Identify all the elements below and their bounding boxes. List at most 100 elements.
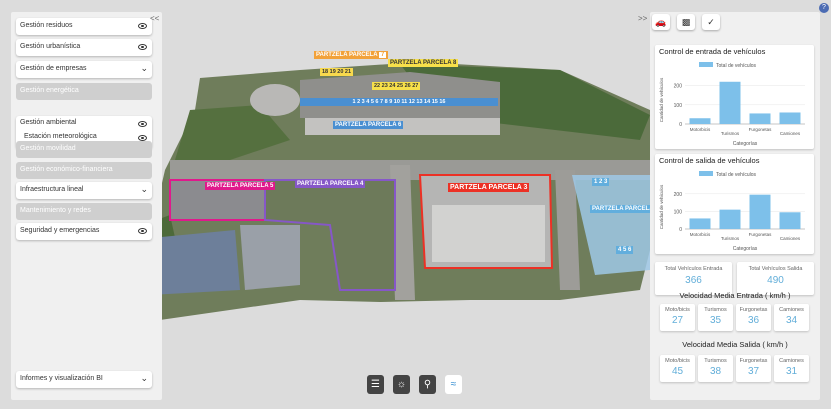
chevron-down-icon[interactable]: ⌄ (140, 63, 148, 74)
menu-label: Gestión ambiental (20, 119, 77, 126)
menu-gestion-empresas[interactable]: Gestión de empresas ⌄ (16, 61, 152, 78)
x-tick-label: Turismos (721, 131, 740, 136)
legend-swatch (699, 171, 713, 176)
bar (689, 118, 711, 124)
menu-infraestructura-lineal[interactable]: Infraestructura lineal ⌄ (16, 182, 152, 199)
y-axis-label: Cantidad de vehículos (659, 77, 664, 122)
collapse-right-button[interactable]: >> (638, 14, 647, 23)
menu-informes-bi[interactable]: Informes y visualización BI ⌄ (16, 371, 152, 388)
bar (719, 209, 741, 229)
bar (779, 112, 801, 124)
parcel-4-label[interactable]: PARTZELA PARCELA 4 (295, 180, 366, 188)
menu-seguridad-emergencias[interactable]: Seguridad y emergencias (16, 223, 152, 240)
speed-out-turismos: Turismos 38 (698, 355, 733, 382)
speed-in-turismos: Turismos 35 (698, 304, 733, 331)
bar (749, 113, 771, 124)
y-tick-label: 0 (679, 122, 682, 128)
pin-off-icon[interactable]: ✓ (702, 14, 720, 30)
speed-label: Camiones (779, 307, 804, 313)
chevron-down-icon[interactable]: ⌄ (140, 184, 148, 195)
speed-out-furgonetas: Furgonetas 37 (736, 355, 771, 382)
total-entry-value: 366 (685, 275, 702, 286)
speed-label: Moto/bicis (665, 358, 690, 364)
menu-label: Gestión residuos (20, 22, 73, 29)
speed-label: Furgonetas (739, 358, 768, 364)
speed-out-camiones: Camiones 31 (774, 355, 809, 382)
right-block-parcel-label[interactable]: PARTZELA PARCELA (590, 205, 656, 213)
menu-label: Gestión económico-financiera (20, 166, 113, 173)
help-icon[interactable]: ? (819, 3, 829, 13)
menu-gestion-energetica: Gestión energética (16, 83, 152, 100)
right-stats-panel: 🚗 ▩ ✓ Control de entrada de vehículos To… (650, 12, 820, 400)
exit-chart-title: Control de salida de vehículos (659, 156, 760, 165)
x-tick-label: Motorbicis (690, 127, 711, 132)
legend-label: Total de vehículos (716, 172, 757, 178)
layers-icon[interactable]: ☰ (367, 375, 384, 394)
y-tick-label: 100 (674, 103, 683, 109)
x-tick-label: Furgonetas (749, 127, 773, 132)
speed-in-furgonetas: Furgonetas 36 (736, 304, 771, 331)
menu-gestion-movilidad: Gestión movilidad (16, 141, 152, 158)
total-exit-label: Total Vehículos Salida (748, 266, 803, 272)
speed-label: Moto/bicis (665, 307, 690, 313)
lightbulb-icon[interactable]: ☼ (393, 375, 410, 394)
menu-label: Seguridad y emergencias (20, 227, 100, 234)
x-tick-label: Camiones (780, 131, 801, 136)
speed-value: 31 (785, 366, 798, 377)
y-tick-label: 0 (679, 227, 682, 233)
row-numbers-yellow: 22 23 24 25 26 27 (372, 82, 421, 90)
x-tick-label: Furgonetas (749, 232, 773, 237)
row-numbers-top: 18 19 20 21 (320, 68, 354, 76)
speed-value: 36 (747, 315, 760, 326)
location-pin-icon[interactable]: ⚲ (419, 375, 436, 394)
right-block-top-numbers: 1 2 3 (592, 178, 610, 186)
parcel-7-label[interactable]: PARTZELA PARCELA 7 (314, 51, 389, 59)
x-axis-label: Categorías (733, 246, 758, 252)
menu-gestion-ambiental[interactable]: Gestión ambiental (16, 116, 152, 130)
menu-label: Informes y visualización BI (20, 375, 103, 382)
parcel-3-label[interactable]: PARTZELA PARCELA 3 (448, 183, 530, 192)
y-tick-label: 100 (674, 209, 683, 215)
speed-label: Camiones (779, 358, 804, 364)
x-tick-label: Motorbicis (690, 232, 711, 237)
eye-icon[interactable] (138, 228, 147, 234)
right-block-bottom-numbers: 4 5 6 (616, 246, 634, 254)
eye-icon[interactable] (138, 44, 147, 50)
y-tick-label: 200 (674, 84, 683, 90)
menu-gestion-economico-financiera: Gestión económico-financiera (16, 162, 152, 179)
eye-icon[interactable] (138, 121, 147, 127)
menu-label: Gestión movilidad (20, 145, 76, 152)
wifi-icon[interactable]: ≈ (445, 375, 462, 394)
bar (689, 218, 711, 229)
chevron-down-icon[interactable]: ⌄ (140, 373, 148, 384)
speed-in-moto: Moto/bicis 27 (660, 304, 695, 331)
speed-label: Furgonetas (739, 307, 768, 313)
speed-label: Turismos (704, 307, 727, 313)
bar (749, 194, 771, 229)
speed-label: Turismos (704, 358, 727, 364)
menu-gestion-residuos[interactable]: Gestión residuos (16, 18, 152, 35)
car-icon[interactable]: 🚗 (652, 14, 670, 30)
speed-value: 37 (747, 366, 760, 377)
parcel-8-label[interactable]: PARTZELA PARCELA 8 (388, 59, 459, 67)
bar (719, 81, 741, 124)
menu-gestion-urbanistica[interactable]: Gestión urbanística (16, 39, 152, 56)
y-tick-label: 200 (674, 192, 683, 198)
bar (779, 212, 801, 229)
speed-value: 38 (709, 366, 722, 377)
menu-label: Infraestructura lineal (20, 186, 84, 193)
collapse-left-button[interactable]: << (150, 14, 159, 23)
speed-in-title: Velocidad Media Entrada ( km/h ) (679, 291, 791, 300)
entry-chart-card: Control de entrada de vehículos Total de… (655, 45, 814, 149)
exit-bar-chart: Total de vehículos 0 100 200 Cantidad de veh… (659, 171, 805, 252)
legend-swatch (699, 62, 713, 67)
entry-chart-title: Control de entrada de vehículos (659, 47, 766, 56)
parcel-5-label[interactable]: PARTZELA PARCELA 5 (205, 182, 276, 190)
parcel-6-label[interactable]: PARTZELA PARCELA 6 (333, 121, 404, 129)
total-entry-label: Total Vehículos Entrada (664, 266, 723, 272)
menu-label: Gestión urbanística (20, 43, 81, 50)
eye-icon[interactable] (138, 23, 147, 29)
x-axis-label: Categorías (733, 141, 758, 147)
speed-value: 35 (709, 315, 722, 326)
building-icon[interactable]: ▩ (677, 14, 695, 30)
